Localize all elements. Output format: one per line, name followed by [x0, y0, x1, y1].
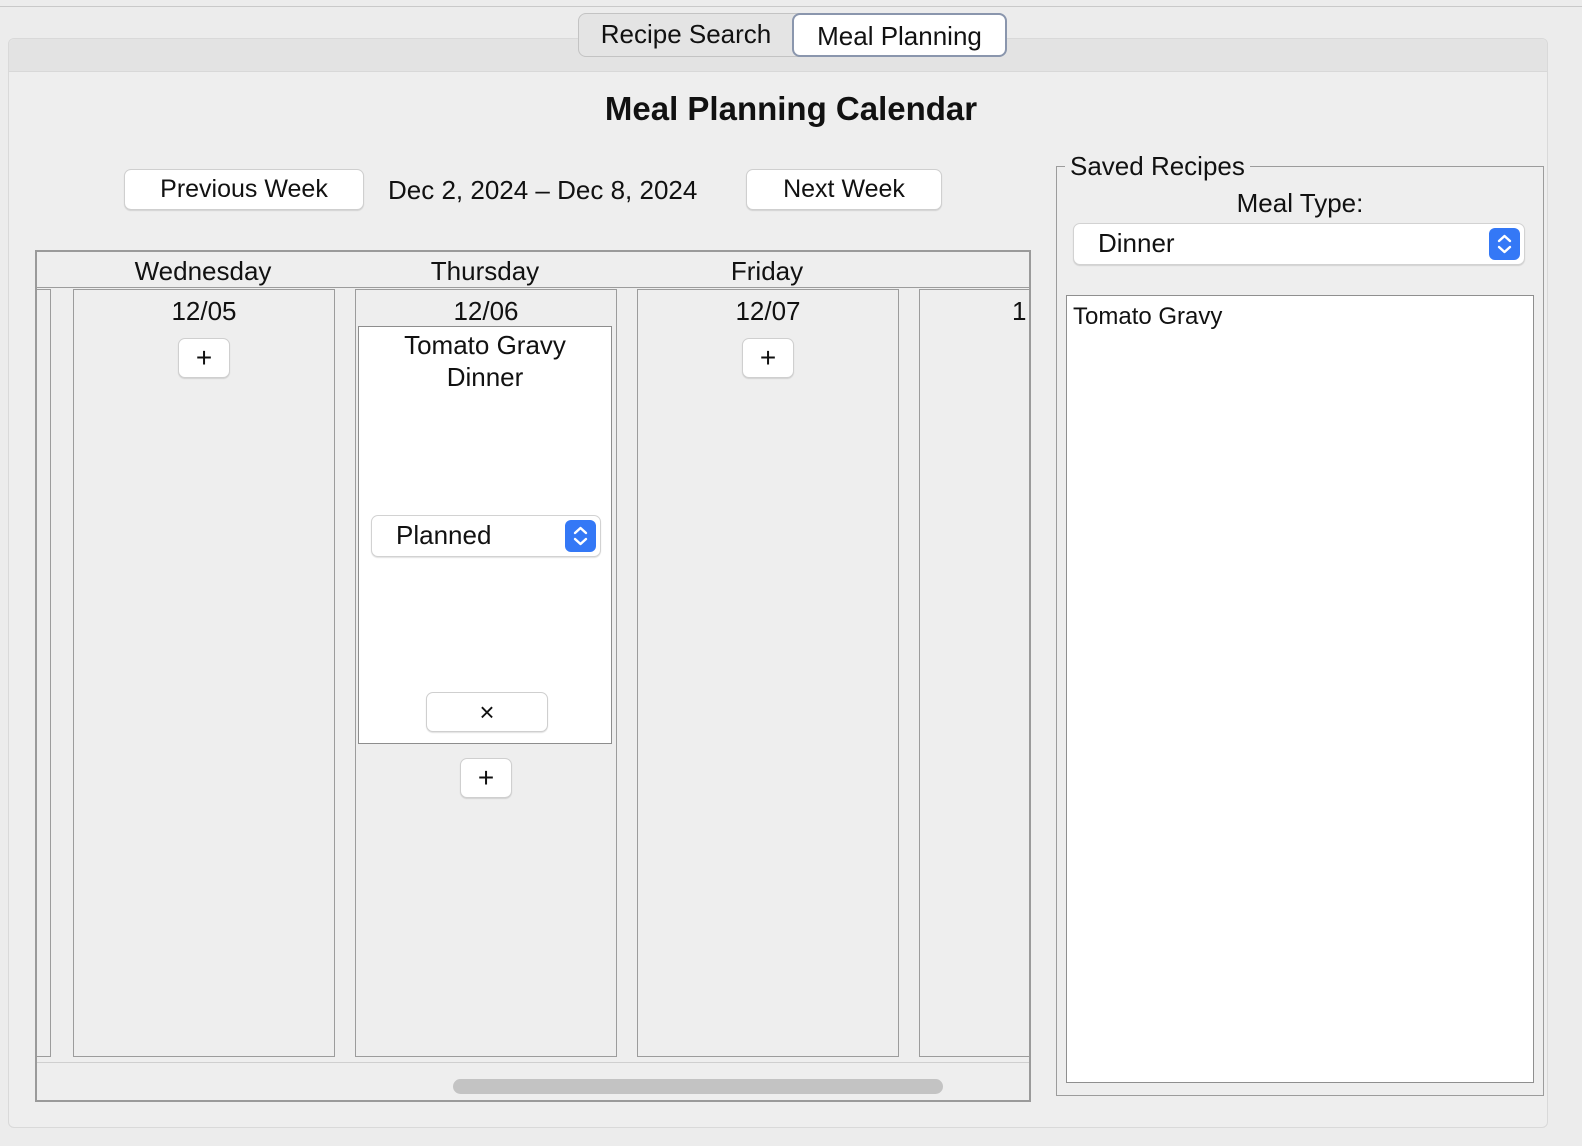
day-date: 12/05 — [171, 296, 237, 326]
scrollbar-thumb[interactable] — [453, 1079, 943, 1094]
calendar-scroll-pane[interactable]: Wednesday Thursday Friday Sat 12/05 + 12… — [35, 250, 1031, 1102]
meal-type: Dinner — [446, 362, 524, 392]
meal-status-select[interactable]: Planned — [371, 515, 601, 557]
day-date: 12/07 — [735, 296, 801, 326]
previous-week-button[interactable]: Previous Week — [124, 169, 364, 210]
day-column-saturday: 1 — [919, 289, 1029, 1057]
remove-meal-button[interactable]: × — [426, 692, 548, 732]
day-date: 12/06 — [453, 296, 519, 326]
meal-type-value: Dinner — [1098, 228, 1175, 258]
day-header-wednesday: Wednesday — [134, 256, 272, 286]
day-header-friday: Friday — [730, 256, 804, 286]
meal-name: Tomato Gravy — [404, 330, 566, 360]
day-column-thursday: 12/06 Tomato Gravy Dinner Planned × + — [355, 289, 617, 1057]
day-column-partial-left — [37, 289, 51, 1057]
chevron-up-down-icon — [1489, 228, 1520, 260]
saved-recipes-title: Saved Recipes — [1065, 151, 1250, 181]
calendar-header-divider — [37, 287, 1029, 288]
add-meal-button[interactable]: + — [460, 758, 512, 798]
tab-bar: Recipe Search Meal Planning — [578, 13, 1007, 57]
day-header-thursday: Thursday — [430, 256, 540, 286]
meal-type-select[interactable]: Dinner — [1073, 223, 1525, 265]
horizontal-scrollbar[interactable] — [37, 1062, 1029, 1100]
day-header-saturday: Sat — [919, 256, 1029, 286]
meal-card: Tomato Gravy Dinner Planned × — [358, 326, 612, 744]
day-column-wednesday: 12/05 + — [73, 289, 335, 1057]
list-item[interactable]: Tomato Gravy — [1073, 302, 1222, 332]
day-column-friday: 12/07 + — [637, 289, 899, 1057]
next-week-button[interactable]: Next Week — [746, 169, 942, 210]
meal-status-value: Planned — [396, 520, 492, 550]
week-range-label: Dec 2, 2024 – Dec 8, 2024 — [388, 175, 698, 205]
add-meal-button[interactable]: + — [742, 338, 794, 378]
tab-meal-planning[interactable]: Meal Planning — [792, 13, 1007, 57]
meal-type-label: Meal Type: — [1236, 188, 1364, 218]
page-title: Meal Planning Calendar — [604, 90, 978, 127]
add-meal-button[interactable]: + — [178, 338, 230, 378]
chevron-up-down-icon — [565, 520, 596, 552]
window-top-border — [0, 6, 1582, 7]
saved-recipes-list[interactable]: Tomato Gravy — [1066, 295, 1534, 1083]
tab-recipe-search[interactable]: Recipe Search — [579, 13, 793, 57]
day-date: 1 — [1012, 296, 1027, 326]
saved-recipes-panel: Saved Recipes Meal Type: Dinner Tomato G… — [1056, 151, 1544, 1096]
